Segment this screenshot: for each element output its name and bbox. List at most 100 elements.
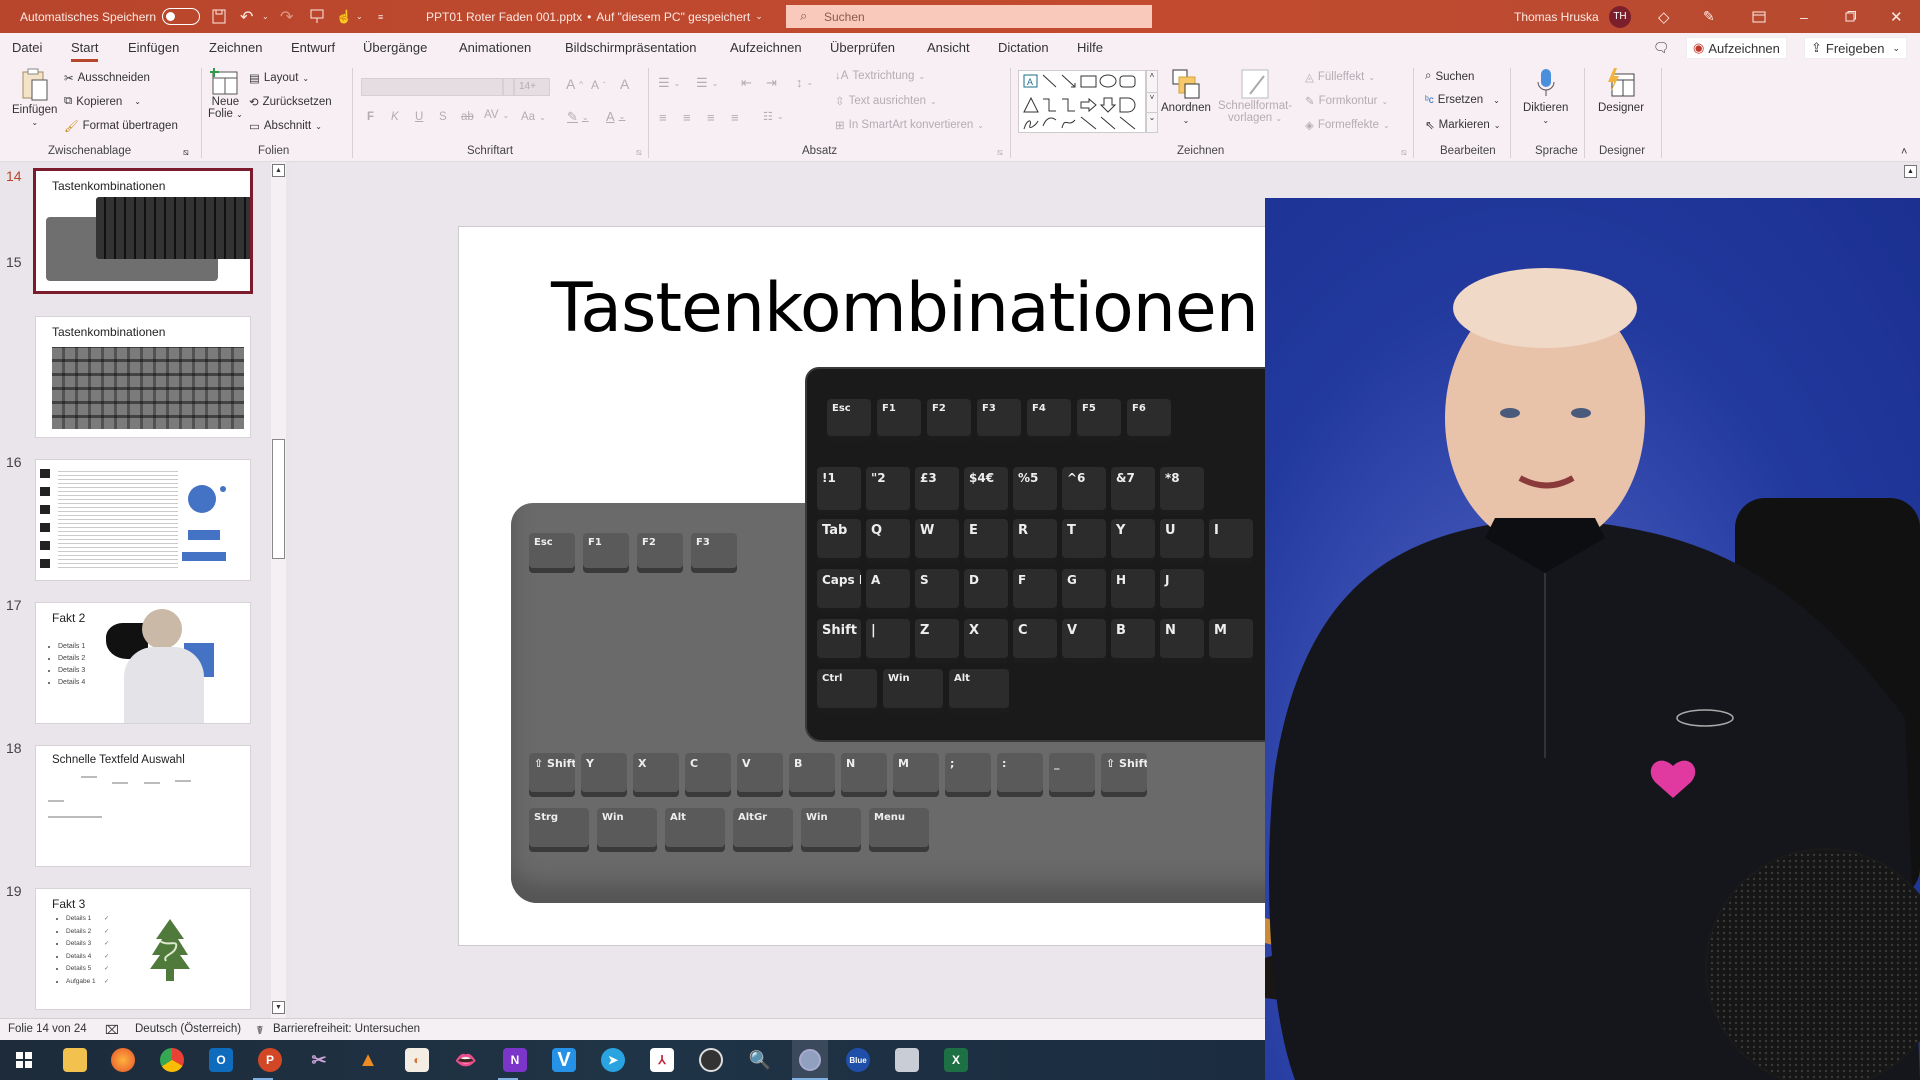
windows-start-icon[interactable] [12,1048,36,1072]
spellcheck-icon[interactable]: ⌧ [105,1023,119,1037]
tab-start[interactable]: Start [71,40,99,62]
increase-indent-icon[interactable]: ⇥ [766,75,777,91]
onenote-icon[interactable]: N [503,1048,527,1072]
grow-font-icon[interactable]: A ^ [566,76,583,92]
comments-button[interactable]: 🗨 [1647,37,1676,59]
outlook-icon[interactable]: O [209,1048,233,1072]
copy-button[interactable]: ⧉ Kopieren ⌄ [64,95,141,108]
select-button[interactable]: ⇖ Markieren ⌄ [1425,118,1500,132]
align-text-button[interactable]: ⇳ Text ausrichten ⌄ [835,94,937,108]
designer-button[interactable]: Designer [1598,68,1644,114]
undo-dropdown-icon[interactable]: ⌄ [262,0,269,33]
tab-dictation[interactable]: Dictation [998,40,1049,55]
slide-title[interactable]: Tastenkombinationen [551,269,1259,348]
char-spacing-button[interactable]: AV ⌄ [484,109,509,121]
scroll-up-button[interactable]: ▲ [272,164,285,177]
new-slide-button[interactable]: Neue Folie ⌄ [208,68,243,120]
tab-uebergaenge[interactable]: Übergänge [363,40,427,55]
excel-icon[interactable]: X [944,1048,968,1072]
vectorworks-icon[interactable]: V [552,1048,576,1072]
shapes-gallery[interactable]: A [1018,70,1146,133]
premium-diamond-icon[interactable]: ◇ [1658,0,1670,33]
avatar[interactable]: TH [1609,5,1631,28]
shadow-button[interactable]: S [439,111,447,123]
touch-mode-icon[interactable]: ☝ [336,0,352,33]
shrink-font-icon[interactable]: Aˇ [591,78,606,92]
slide-thumbnail-17[interactable]: Fakt 2 Details 1 Details 2 Details 3 Det… [35,602,251,724]
thumbnails-scrollbar[interactable]: ▲ ▼ [271,162,286,1018]
lips-app-icon[interactable]: 👄 [454,1048,478,1072]
layout-button[interactable]: ▤ Layout ⌄ [249,71,309,85]
arrange-button[interactable]: Anordnen ⌄ [1161,68,1211,125]
cut-button[interactable]: ✂ Ausschneiden [64,71,150,85]
paste-button[interactable]: Einfügen ⌄ [12,68,57,127]
scroll-down-button[interactable]: ▼ [272,1001,285,1014]
redo-icon[interactable]: ↷ [280,0,293,33]
tab-aufzeichnen[interactable]: Aufzeichnen [730,40,802,55]
file-explorer-icon[interactable] [63,1048,87,1072]
tab-hilfe[interactable]: Hilfe [1077,40,1103,55]
reset-button[interactable]: ⟲ Zurücksetzen [249,95,332,109]
obs-icon[interactable] [699,1048,723,1072]
font-color-icon[interactable]: A ⌄ [606,109,625,124]
dialog-launcher-icon[interactable]: ⧅ [997,147,1003,158]
presentation-start-icon[interactable] [310,0,324,33]
document-title[interactable]: PPT01 Roter Faden 001.pptx • Auf "diesem… [426,0,763,33]
justify-icon[interactable]: ≡ [731,110,739,125]
tab-entwurf[interactable]: Entwurf [291,40,335,55]
autosave-toggle[interactable] [162,8,200,25]
ribbon-display-options-icon[interactable] [1752,0,1766,33]
font-name-combo[interactable] [361,78,503,96]
acrobat-icon[interactable]: ⅄ [650,1048,674,1072]
save-icon[interactable] [212,0,226,33]
underline-button[interactable]: U [415,111,423,123]
record-button[interactable]: ◉ Aufzeichnen [1686,37,1787,59]
font-size-combo[interactable]: 14+ [514,78,550,96]
dialog-launcher-icon[interactable]: ⧅ [183,147,189,158]
snipping-tool-icon[interactable]: ✂ [307,1048,331,1072]
minimize-button[interactable]: – [1800,0,1808,33]
align-right-icon[interactable]: ≡ [707,110,715,125]
undo-icon[interactable]: ↶ [240,0,253,33]
slide-counter[interactable]: Folie 14 von 24 [8,1023,87,1035]
close-button[interactable]: ✕ [1890,0,1903,33]
accessibility-status[interactable]: Barrierefreiheit: Untersuchen [273,1023,420,1035]
language-indicator[interactable]: Deutsch (Österreich) [135,1023,241,1035]
slide-thumbnail-18[interactable]: Schnelle Textfeld Auswahl [35,745,251,867]
align-left-icon[interactable]: ≡ [659,110,667,125]
dialog-launcher-icon[interactable]: ⧅ [636,147,642,158]
clear-formatting-icon[interactable]: A [620,76,629,92]
tab-bildschirmpraesentation[interactable]: Bildschirmpräsentation [565,40,697,55]
app-orange-icon[interactable]: ◐ [405,1048,429,1072]
powerpoint-icon[interactable]: P [258,1048,282,1072]
user-name[interactable]: Thomas Hruska [1514,0,1599,33]
telegram-icon[interactable]: ➤ [601,1048,625,1072]
chrome-icon[interactable] [160,1048,184,1072]
strikethrough-button[interactable]: ab [461,111,474,123]
columns-icon[interactable]: ☷ ⌄ [763,110,784,123]
tab-zeichnen[interactable]: Zeichnen [209,40,262,55]
shapes-gallery-scroll[interactable]: ˄ ˅ ⌄ [1146,70,1158,133]
share-button[interactable]: ⇪ Freigeben ⌄ [1804,37,1907,59]
align-center-icon[interactable]: ≡ [683,110,691,125]
scrollbar-thumb[interactable] [272,439,285,559]
highlight-icon[interactable]: ✎ ⌄ [567,109,589,125]
magnifier-icon[interactable]: 🔍 [748,1048,772,1072]
tab-ansicht[interactable]: Ansicht [927,40,970,55]
screen-app-icon[interactable] [895,1048,919,1072]
change-case-button[interactable]: Aa ⌄ [521,111,546,123]
tab-animationen[interactable]: Animationen [459,40,531,55]
numbering-icon[interactable]: ☰ ⌄ [696,75,718,91]
blue-app-icon[interactable]: Blue [846,1048,870,1072]
tab-einfuegen[interactable]: Einfügen [128,40,179,55]
customize-qat-icon[interactable]: ≡ [378,0,383,33]
touch-dropdown-icon[interactable]: ⌄ [356,0,363,33]
replace-button[interactable]: ᵇc Ersetzen ⌄ [1425,94,1500,106]
decrease-indent-icon[interactable]: ⇤ [741,75,752,91]
bullets-icon[interactable]: ☰ ⌄ [658,75,680,91]
dictate-button[interactable]: Diktieren ⌄ [1523,68,1568,125]
tab-datei[interactable]: Datei [12,40,42,55]
shape-effects-button[interactable]: ◈ Formeffekte ⌄ [1305,118,1390,132]
tab-ueberpruefen[interactable]: Überprüfen [830,40,895,55]
shape-outline-button[interactable]: ✎ Formkontur ⌄ [1305,94,1388,108]
